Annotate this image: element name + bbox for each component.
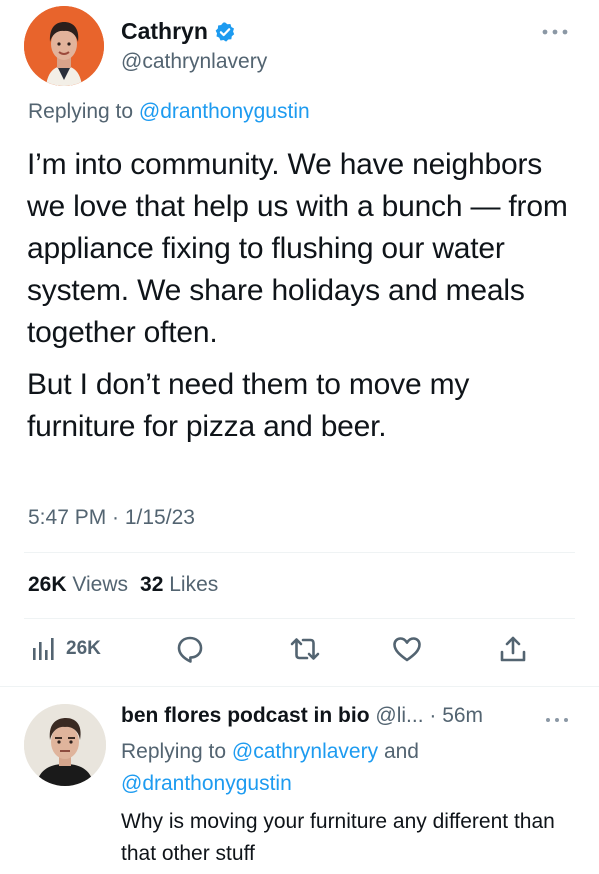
replying-mention-link[interactable]: @cathrynlavery	[232, 740, 378, 763]
replying-to: Replying to @dranthonygustin	[28, 100, 310, 124]
tweet-text: I’m into community. We have neighbors we…	[27, 144, 582, 448]
more-options-icon[interactable]	[540, 712, 574, 728]
user-avatar-icon	[24, 6, 104, 86]
share-button[interactable]	[498, 634, 528, 664]
replying-and: and	[383, 740, 419, 763]
more-options-icon[interactable]	[535, 22, 575, 42]
reply-button[interactable]	[175, 634, 205, 664]
reply-author-avatar[interactable]	[24, 704, 106, 786]
analytics-button[interactable]: 26K	[30, 634, 101, 664]
views-count: 26K	[28, 573, 67, 596]
likes-stat[interactable]: 32 Likes	[140, 573, 218, 597]
analytics-count: 26K	[66, 638, 101, 659]
tweet-timestamp[interactable]: 5:47 PM · 1/15/23	[28, 506, 195, 530]
reply-header: ben flores podcast in bio @li... · 56m	[121, 704, 483, 728]
tweet-stats: 26K Views 32 Likes	[28, 573, 218, 597]
views-label: Views	[72, 573, 129, 596]
likes-label: Likes	[169, 573, 219, 596]
verified-badge-icon	[215, 21, 235, 42]
author-display-name[interactable]: Cathryn	[121, 18, 208, 45]
tweet-actions: 26K	[0, 628, 599, 672]
replying-prefix: Replying to	[28, 100, 134, 123]
reply-icon	[177, 636, 203, 663]
like-icon	[393, 637, 421, 662]
author-avatar[interactable]	[24, 6, 104, 86]
tweet-paragraph: I’m into community. We have neighbors we…	[27, 148, 568, 349]
reply-author-name[interactable]: ben flores podcast in bio	[121, 704, 370, 727]
divider	[24, 552, 575, 553]
tweet-paragraph: But I don’t need them to move my furnitu…	[27, 368, 470, 443]
tweet-separator	[0, 686, 599, 687]
author-handle[interactable]: @cathrynlavery	[121, 50, 267, 74]
author-name-row: Cathryn	[121, 18, 236, 45]
analytics-icon	[33, 638, 54, 660]
reply-author-meta: @li... · 56m	[375, 704, 484, 727]
retweet-icon	[290, 638, 320, 660]
reply-replying-to: Replying to @cathrynlavery and @dranthon…	[121, 736, 581, 800]
like-button[interactable]	[391, 634, 423, 664]
retweet-button[interactable]	[289, 634, 321, 664]
replying-prefix: Replying to	[121, 740, 227, 763]
share-icon	[500, 636, 526, 662]
views-stat[interactable]: 26K Views	[28, 573, 128, 597]
replying-mention-link[interactable]: @dranthonygustin	[121, 772, 292, 795]
divider	[24, 618, 575, 619]
reply-text: Why is moving your furniture any differe…	[121, 810, 555, 865]
replying-mention-link[interactable]: @dranthonygustin	[139, 100, 310, 123]
user-avatar-icon	[24, 704, 106, 786]
likes-count: 32	[140, 573, 164, 596]
